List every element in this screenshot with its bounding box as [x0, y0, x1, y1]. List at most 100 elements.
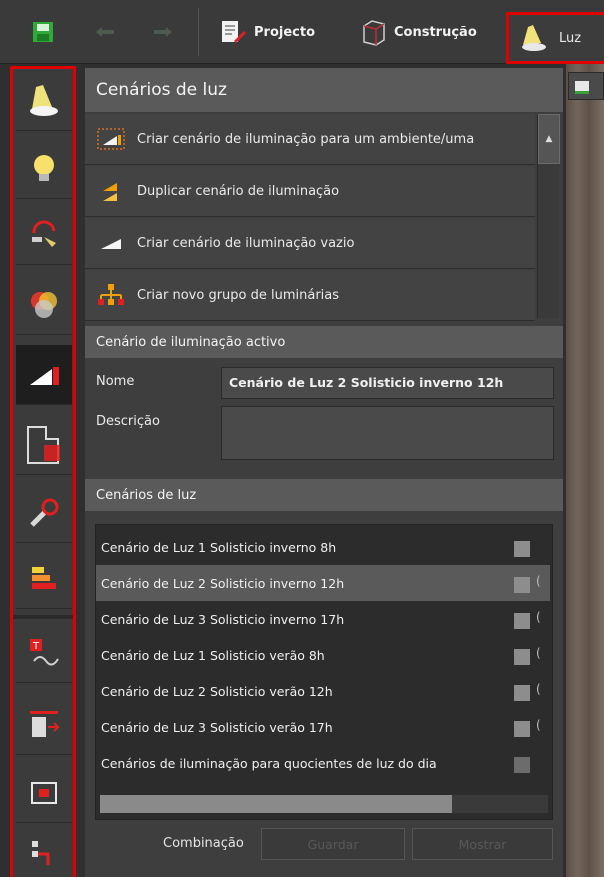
actions-scrollbar[interactable]: ▲ — [537, 114, 560, 318]
luminaire-icon — [522, 25, 546, 51]
list-item-label: Cenário de Luz 1 Solisticio verão 8h — [101, 647, 325, 663]
wrench-icon — [30, 498, 59, 527]
list-item-extra: ( — [536, 646, 541, 660]
save-combination-button[interactable]: Guardar — [261, 828, 405, 860]
scenario-checkbox[interactable] — [514, 541, 530, 557]
list-item-extra: ( — [536, 682, 541, 696]
scroll-up-arrow-icon[interactable]: ▲ — [538, 114, 560, 164]
name-label: Nome — [96, 374, 135, 389]
3d-viewport[interactable] — [566, 64, 604, 877]
top-toolbar: Projecto Construção Luz — [0, 0, 604, 64]
description-label: Descrição — [96, 414, 160, 429]
action-create-room-scenario[interactable]: Criar cenário de iluminação para um ambi… — [85, 114, 535, 165]
color-mix-icon — [31, 291, 57, 318]
action-empty-scenario[interactable]: Criar cenário de iluminação vazio — [85, 218, 535, 269]
scenario-checkbox[interactable] — [514, 649, 530, 665]
combination-label: Combinação — [163, 836, 244, 851]
rail-flow-button[interactable] — [16, 825, 72, 877]
redo-icon — [154, 27, 172, 37]
rail-color-button[interactable] — [16, 275, 72, 335]
rail-frame-button[interactable] — [16, 763, 72, 823]
rail-tools-button[interactable] — [16, 483, 72, 543]
list-horizontal-scrollbar[interactable] — [100, 795, 548, 813]
list-item[interactable]: Cenário de Luz 3 Solisticio verão 17h ( — [96, 709, 550, 745]
rail-divider — [13, 615, 73, 619]
list-item-label: Cenário de Luz 1 Solisticio inverno 8h — [101, 539, 337, 555]
action-label: Duplicar cenário de iluminação — [137, 183, 340, 199]
create-scenario-room-icon — [97, 128, 125, 150]
scenario-checkbox[interactable] — [514, 577, 530, 593]
lighting-scenario-icon — [30, 366, 59, 385]
tab-construcao-label: Construção — [394, 24, 477, 40]
rail-arrange-button[interactable] — [16, 205, 72, 265]
list-item-label: Cenário de Luz 3 Solisticio inverno 17h — [101, 611, 345, 627]
undo-button[interactable] — [92, 0, 118, 64]
frame-target-icon — [31, 781, 57, 804]
rail-room-button[interactable] — [16, 415, 72, 475]
rail-energy-button[interactable] — [16, 549, 72, 609]
action-label: Criar novo grupo de luminárias — [137, 287, 340, 303]
panel-title: Cenários de luz — [85, 68, 563, 112]
show-combination-button[interactable]: Mostrar — [412, 828, 553, 860]
action-label: Criar cenário de iluminação vazio — [137, 235, 355, 251]
duplicate-scenario-icon — [103, 183, 117, 201]
list-item-label: Cenários de iluminação para quocientes d… — [101, 755, 437, 771]
name-field[interactable]: Cenário de Luz 2 Solisticio inverno 12h — [221, 367, 554, 399]
list-item[interactable]: Cenários de iluminação para quocientes d… — [96, 745, 550, 781]
tab-luz-label: Luz — [559, 30, 582, 46]
tab-projecto-label: Projecto — [254, 24, 315, 40]
empty-scenario-icon — [101, 239, 121, 249]
rotate-luminaire-icon — [32, 220, 56, 247]
cube-icon — [363, 20, 385, 46]
toolbar-divider — [198, 8, 199, 56]
scenario-checkbox[interactable] — [514, 721, 530, 737]
redo-button[interactable] — [150, 0, 176, 64]
undo-icon — [96, 27, 114, 37]
view-cube-icon — [575, 81, 589, 94]
rail-lighting-scenarios-button[interactable] — [16, 345, 72, 405]
left-tool-rail: T — [10, 66, 76, 877]
list-item[interactable]: Cenário de Luz 1 Solisticio inverno 8h — [96, 529, 550, 565]
tab-projecto[interactable]: Projecto — [220, 0, 315, 64]
rail-lamp-button[interactable] — [16, 139, 72, 199]
light-bulb-icon — [34, 154, 54, 181]
scenario-checkbox[interactable] — [514, 613, 530, 629]
list-item-selected[interactable]: Cenário de Luz 2 Solisticio inverno 12h … — [96, 565, 550, 601]
action-label: Criar cenário de iluminação para um ambi… — [137, 131, 475, 147]
scenarios-list: Cenário de Luz 1 Solisticio inverno 8h C… — [95, 524, 553, 820]
rail-insert-button[interactable] — [16, 695, 72, 755]
viewport-tab[interactable] — [568, 72, 604, 100]
list-item[interactable]: Cenário de Luz 2 Solisticio verão 12h ( — [96, 673, 550, 709]
svg-text:T: T — [32, 641, 40, 652]
rail-text-button[interactable]: T — [16, 623, 72, 683]
action-duplicate-scenario[interactable]: Duplicar cenário de iluminação — [85, 166, 535, 217]
list-item-extra: ( — [536, 610, 541, 624]
tab-luz[interactable]: Luz — [506, 12, 604, 64]
scrollbar-thumb[interactable] — [100, 795, 452, 813]
luminaire-group-icon — [98, 284, 124, 305]
list-item-extra: ( — [536, 574, 541, 588]
text-wave-icon: T — [30, 638, 59, 665]
insert-panel-icon — [30, 710, 60, 737]
scenario-checkbox[interactable] — [514, 757, 530, 773]
description-field[interactable] — [221, 406, 554, 460]
spotlight-icon — [30, 84, 58, 116]
scenario-checkbox[interactable] — [514, 685, 530, 701]
list-item-label: Cenário de Luz 2 Solisticio verão 12h — [101, 683, 333, 699]
list-item-label: Cenário de Luz 3 Solisticio verão 17h — [101, 719, 333, 735]
action-new-luminaire-group[interactable]: Criar novo grupo de luminárias — [85, 270, 535, 321]
list-item[interactable]: Cenário de Luz 3 Solisticio inverno 17h … — [96, 601, 550, 637]
list-item-label: Cenário de Luz 2 Solisticio inverno 12h — [101, 575, 345, 591]
room-plan-icon — [27, 425, 60, 464]
active-scenario-header: Cenário de iluminação activo — [85, 326, 563, 358]
lighting-scenarios-panel: Cenários de luz Criar cenário de ilumina… — [85, 68, 563, 877]
list-item[interactable]: Cenário de Luz 1 Solisticio verão 8h ( — [96, 637, 550, 673]
scenarios-list-header: Cenários de luz — [85, 479, 563, 511]
rail-luminaire-button[interactable] — [16, 71, 72, 131]
flow-steps-icon — [32, 840, 50, 865]
save-icon — [33, 22, 53, 42]
tab-construcao[interactable]: Construção — [358, 0, 477, 64]
document-pencil-icon — [222, 21, 246, 43]
energy-label-icon — [32, 566, 56, 589]
save-button[interactable] — [32, 0, 54, 64]
